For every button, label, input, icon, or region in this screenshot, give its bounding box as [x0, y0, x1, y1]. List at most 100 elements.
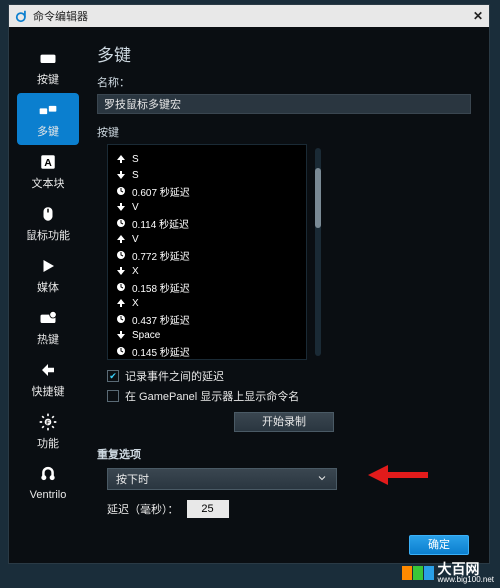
down-icon [116, 170, 126, 180]
ok-button[interactable]: 确定 [409, 535, 469, 555]
key-event-row[interactable]: 0.607 秒延迟 [116, 183, 298, 199]
sidebar-item-label: 热键 [37, 331, 59, 347]
up-icon [116, 234, 126, 244]
clock-icon [116, 186, 126, 196]
watermark-text: 大百网 [438, 562, 494, 576]
key-event-row[interactable]: S [116, 167, 298, 183]
checkbox-checked-icon: ✔ [107, 370, 119, 382]
key-event-text: X [132, 266, 139, 277]
keys-label: 按键 [97, 124, 471, 140]
key-event-row[interactable]: S [116, 151, 298, 167]
clock-icon [116, 218, 126, 228]
key-event-text: 0.607 秒延迟 [132, 184, 190, 199]
sidebar-item-label: 按键 [37, 71, 59, 87]
clock-icon [116, 250, 126, 260]
sidebar-item-label: 鼠标功能 [26, 227, 70, 243]
name-label: 名称： [97, 74, 471, 90]
chevron-down-icon [316, 472, 328, 487]
key-event-row[interactable]: Space [116, 327, 298, 343]
sidebar-item-hotkeys[interactable]: 热键 [17, 301, 79, 353]
key-event-row[interactable]: 0.114 秒延迟 [116, 215, 298, 231]
watermark-url: www.big100.net [438, 576, 494, 584]
key-event-text: S [132, 170, 139, 181]
repeat-mode-dropdown[interactable]: 按下时 [107, 468, 337, 490]
function-icon: F [37, 411, 59, 433]
key-event-row[interactable]: 0.158 秒延迟 [116, 279, 298, 295]
clock-icon [116, 314, 126, 324]
window-title: 命令编辑器 [33, 8, 88, 24]
ventrilo-icon [37, 465, 59, 487]
key-event-text: V [132, 202, 139, 213]
scrollbar[interactable] [315, 148, 321, 356]
down-icon [116, 330, 126, 340]
sidebar: 按键 多键 A 文本块 鼠标功能 媒体 热键 [9, 27, 87, 563]
sidebar-item-label: Ventrilo [30, 489, 67, 501]
shortcut-icon [37, 359, 59, 381]
logitech-logo-icon [15, 9, 29, 23]
titlebar: 命令编辑器 ✕ [9, 5, 489, 27]
svg-text:A: A [44, 157, 52, 169]
checkbox-label: 在 GamePanel 显示器上显示命令名 [125, 388, 299, 404]
dropdown-value: 按下时 [116, 471, 149, 487]
sidebar-item-shortcut[interactable]: 快捷键 [17, 353, 79, 405]
checkbox-unchecked-icon [107, 390, 119, 402]
sidebar-item-ventrilo[interactable]: Ventrilo [17, 457, 79, 509]
key-event-row[interactable]: 0.145 秒延迟 [116, 343, 298, 359]
key-event-text: 0.145 秒延迟 [132, 344, 190, 359]
down-icon [116, 266, 126, 276]
down-icon [116, 202, 126, 212]
close-button[interactable]: ✕ [473, 9, 483, 23]
delay-label: 延迟（毫秒）： [107, 501, 179, 517]
key-event-row[interactable]: Space [116, 359, 298, 360]
key-event-row[interactable]: V [116, 199, 298, 215]
key-event-text: 0.772 秒延迟 [132, 248, 190, 263]
main-panel: 多键 名称： 按键 SS 0.607 秒延迟 V 0.114 秒延迟 V 0.772 秒延… [87, 27, 489, 563]
watermark-logo-icon [402, 566, 434, 580]
textblock-icon: A [37, 151, 59, 173]
sidebar-item-label: 文本块 [32, 175, 65, 191]
key-event-text: 0.437 秒延迟 [132, 312, 190, 327]
page-title: 多键 [97, 41, 471, 66]
repeat-options-heading: 重复选项 [97, 446, 471, 462]
macro-name-input[interactable] [97, 94, 471, 114]
keystroke-icon [37, 47, 59, 69]
sidebar-item-mouse[interactable]: 鼠标功能 [17, 197, 79, 249]
key-event-row[interactable]: 0.772 秒延迟 [116, 247, 298, 263]
mouse-icon [37, 203, 59, 225]
key-event-text: V [132, 234, 139, 245]
key-sequence-list[interactable]: SS 0.607 秒延迟 V 0.114 秒延迟 V 0.772 秒延迟 X 0.158 秒延… [107, 144, 307, 360]
command-editor-window: 命令编辑器 ✕ 按键 多键 A 文本块 鼠标功能 媒体 [8, 4, 490, 564]
key-event-text: Space [132, 330, 160, 341]
hotkey-icon [37, 307, 59, 329]
start-recording-button[interactable]: 开始录制 [234, 412, 334, 432]
delay-ms-input[interactable] [187, 500, 229, 518]
multikey-icon [37, 99, 59, 121]
sidebar-item-keystroke[interactable]: 按键 [17, 41, 79, 93]
svg-text:F: F [46, 421, 50, 427]
key-event-text: S [132, 154, 139, 165]
sidebar-item-media[interactable]: 媒体 [17, 249, 79, 301]
checkbox-label: 记录事件之间的延迟 [125, 368, 224, 384]
up-icon [116, 154, 126, 164]
sidebar-item-label: 快捷键 [32, 383, 65, 399]
key-event-text: 0.158 秒延迟 [132, 280, 190, 295]
key-event-text: 0.114 秒延迟 [132, 216, 189, 231]
watermark: 大百网 www.big100.net [402, 562, 494, 584]
record-delays-checkbox[interactable]: ✔ 记录事件之间的延迟 [107, 368, 471, 384]
show-on-gamepanel-checkbox[interactable]: 在 GamePanel 显示器上显示命令名 [107, 388, 471, 404]
sidebar-item-textblock[interactable]: A 文本块 [17, 145, 79, 197]
clock-icon [116, 346, 126, 356]
sidebar-item-label: 多键 [37, 123, 59, 139]
key-event-text: X [132, 298, 139, 309]
sidebar-item-multikey[interactable]: 多键 [17, 93, 79, 145]
key-event-row[interactable]: V [116, 231, 298, 247]
sidebar-item-function[interactable]: F 功能 [17, 405, 79, 457]
sidebar-item-label: 功能 [37, 435, 59, 451]
key-event-row[interactable]: 0.437 秒延迟 [116, 311, 298, 327]
clock-icon [116, 282, 126, 292]
up-icon [116, 298, 126, 308]
key-event-row[interactable]: X [116, 263, 298, 279]
key-event-row[interactable]: X [116, 295, 298, 311]
scrollbar-thumb[interactable] [315, 168, 321, 228]
sidebar-item-label: 媒体 [37, 279, 59, 295]
